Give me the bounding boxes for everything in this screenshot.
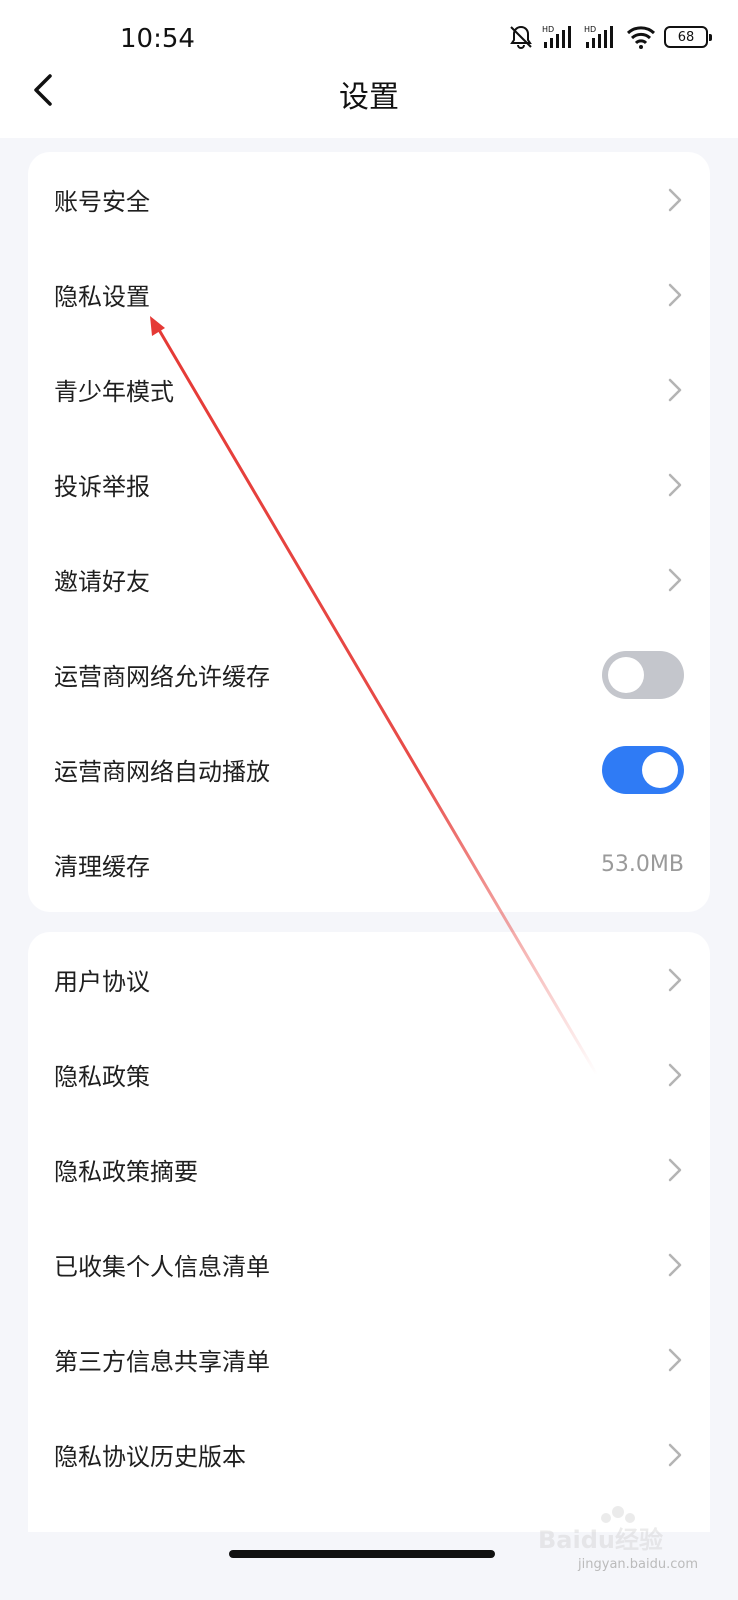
menu-item-label: 隐私政策 xyxy=(54,1063,150,1091)
page-title: 设置 xyxy=(339,80,399,115)
hd-signal-icon: HD xyxy=(542,25,571,48)
chevron-right-icon xyxy=(668,1348,682,1371)
svg-text:HD: HD xyxy=(542,25,554,34)
bell-off-icon xyxy=(510,25,532,49)
cellular-autoplay-toggle[interactable] xyxy=(602,745,684,794)
menu-item-label: 第三方信息共享清单 xyxy=(54,1348,270,1376)
menu-item-label: 已收集个人信息清单 xyxy=(54,1253,270,1281)
chevron-right-icon xyxy=(668,1063,682,1086)
menu-item-label: 邀请好友 xyxy=(54,568,150,596)
toggle-knob xyxy=(608,656,644,693)
settings-group-general: 账号安全 隐私设置 青少年模式 投诉举报 邀请好友 运营商网络允许缓存 运营商网… xyxy=(28,152,710,912)
menu-item-privacy-history[interactable]: 隐私协议历史版本 xyxy=(28,1407,710,1502)
setting-cellular-cache: 运营商网络允许缓存 xyxy=(28,627,710,722)
menu-item-label: 用户协议 xyxy=(54,968,150,996)
battery-icon: 68 xyxy=(664,26,712,48)
svg-text:HD: HD xyxy=(584,25,596,34)
menu-item-label: 隐私政策摘要 xyxy=(54,1158,198,1186)
chevron-right-icon xyxy=(668,283,682,306)
chevron-right-icon xyxy=(668,188,682,211)
watermark-url: jingyan.baidu.com xyxy=(578,1557,698,1572)
chevron-right-icon xyxy=(668,1443,682,1466)
settings-group-legal: 用户协议 隐私政策 隐私政策摘要 已收集个人信息清单 第三方信息共享清单 隐私协… xyxy=(28,932,710,1532)
menu-item-clear-cache[interactable]: 清理缓存 53.0MB xyxy=(28,817,710,912)
status-time: 10:54 xyxy=(120,24,195,54)
menu-item-report[interactable]: 投诉举报 xyxy=(28,437,710,532)
menu-item-privacy-summary[interactable]: 隐私政策摘要 xyxy=(28,1122,710,1217)
chevron-right-icon xyxy=(668,568,682,591)
setting-cellular-autoplay: 运营商网络自动播放 xyxy=(28,722,710,817)
hd-signal-icon: HD xyxy=(584,25,613,48)
cache-size-value: 53.0MB xyxy=(600,852,684,877)
setting-label: 运营商网络自动播放 xyxy=(54,758,270,786)
chevron-right-icon xyxy=(668,473,682,496)
baidu-jingyan-watermark: Baidu经验 xyxy=(538,1506,663,1554)
settings-screen: 10:54 HD HD 68 设置 账号安全 隐私设置 青少年模式 投诉举报 邀… xyxy=(0,0,738,1600)
chevron-right-icon xyxy=(668,378,682,401)
menu-item-collected-info-list[interactable]: 已收集个人信息清单 xyxy=(28,1217,710,1312)
chevron-right-icon xyxy=(668,968,682,991)
menu-item-privacy-settings[interactable]: 隐私设置 xyxy=(28,247,710,342)
menu-item-label: 青少年模式 xyxy=(54,378,174,406)
setting-label: 运营商网络允许缓存 xyxy=(54,663,270,691)
home-indicator[interactable] xyxy=(229,1550,495,1558)
menu-item-privacy-policy[interactable]: 隐私政策 xyxy=(28,1027,710,1122)
menu-item-label: 账号安全 xyxy=(54,188,150,216)
menu-item-user-agreement[interactable]: 用户协议 xyxy=(28,932,710,1027)
menu-item-teen-mode[interactable]: 青少年模式 xyxy=(28,342,710,437)
cellular-cache-toggle[interactable] xyxy=(602,650,684,699)
menu-item-label: 投诉举报 xyxy=(54,473,150,501)
menu-item-label: 清理缓存 xyxy=(54,853,150,881)
chevron-right-icon xyxy=(668,1158,682,1181)
status-icons: HD HD 68 xyxy=(508,24,712,50)
menu-item-account-security[interactable]: 账号安全 xyxy=(28,152,710,247)
menu-item-label: 隐私设置 xyxy=(54,283,150,311)
menu-item-label: 隐私协议历史版本 xyxy=(54,1443,246,1471)
top-bar: 10:54 HD HD 68 设置 xyxy=(0,0,738,138)
wifi-icon xyxy=(626,26,656,49)
chevron-right-icon xyxy=(668,1253,682,1276)
menu-item-invite-friends[interactable]: 邀请好友 xyxy=(28,532,710,627)
watermark-logo-text: Baidu经验 xyxy=(538,1526,663,1554)
toggle-knob xyxy=(642,751,678,788)
menu-item-third-party-sharing-list[interactable]: 第三方信息共享清单 xyxy=(28,1312,710,1407)
